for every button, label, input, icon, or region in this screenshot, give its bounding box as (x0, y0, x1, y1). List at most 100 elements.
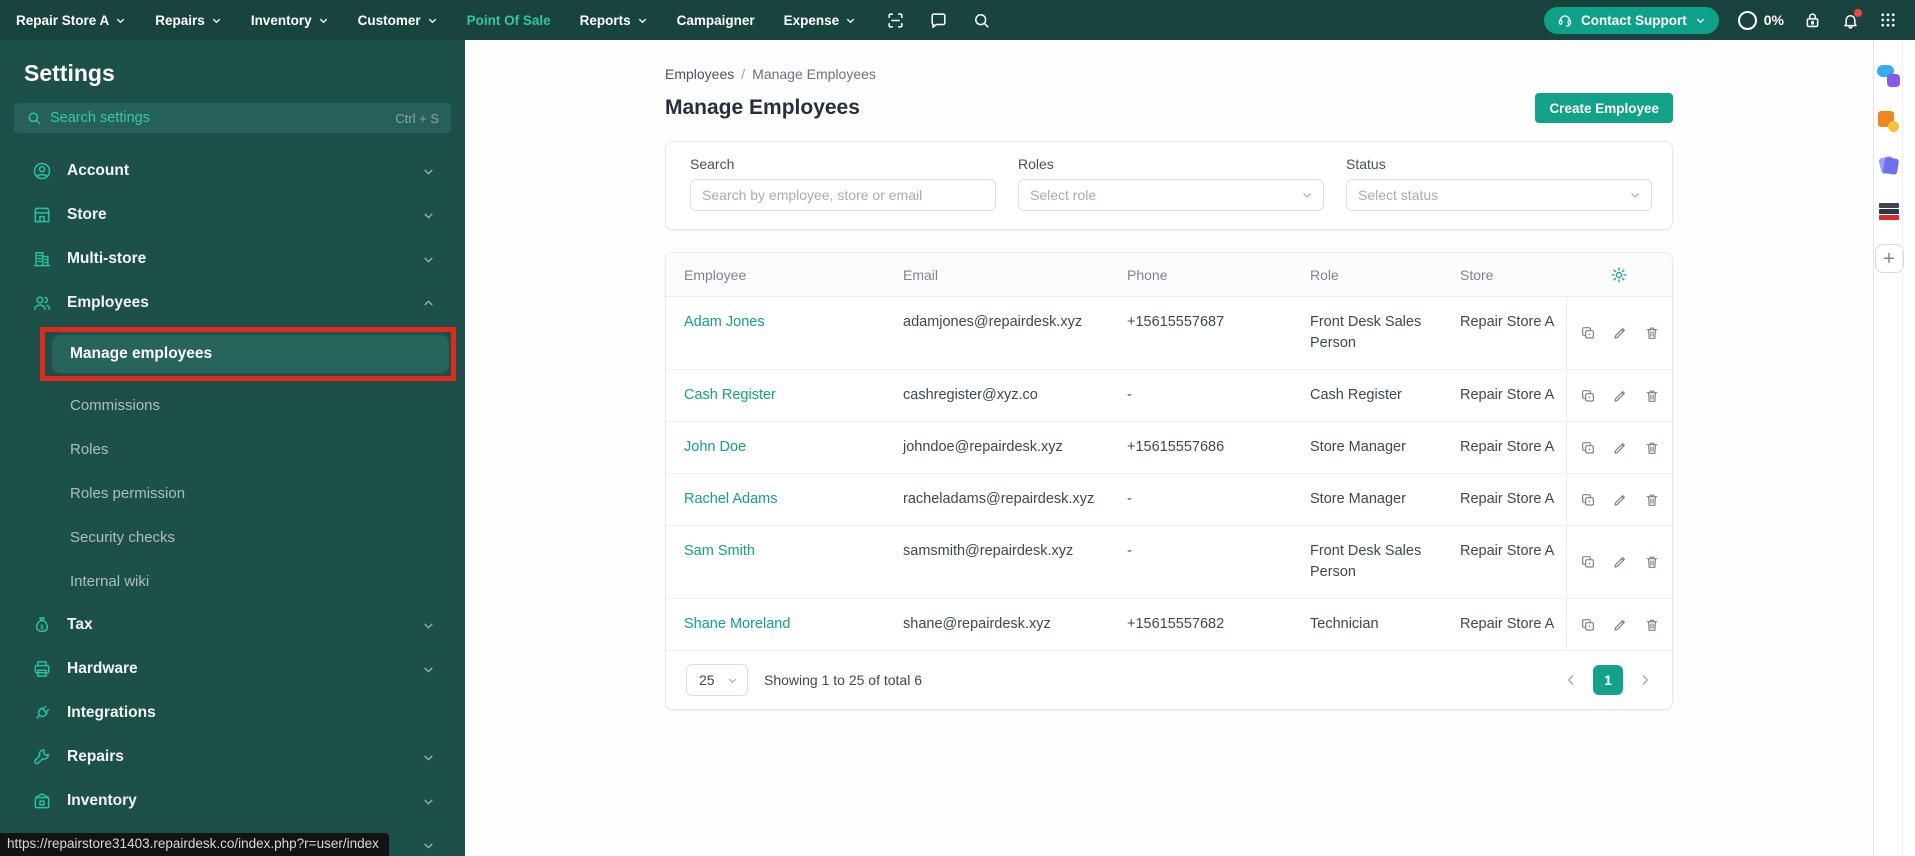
sidebar-item-hardware[interactable]: Hardware (0, 647, 465, 691)
duplicate-icon[interactable] (1580, 554, 1596, 570)
nav-customer[interactable]: Customer (358, 13, 438, 28)
add-sidebar-app-button[interactable]: + (1874, 244, 1904, 273)
nav-repairs[interactable]: Repairs (155, 13, 222, 28)
settings-search-input[interactable] (50, 110, 388, 126)
edit-icon[interactable] (1612, 388, 1628, 404)
edit-icon[interactable] (1612, 492, 1628, 508)
breadcrumb: Employees / Manage Employees (665, 66, 1673, 82)
delete-icon[interactable] (1644, 325, 1660, 341)
main-menu: Repair Store A Repairs Inventory Custome… (16, 13, 856, 28)
top-navbar: Repair Store A Repairs Inventory Custome… (0, 0, 1915, 40)
employee-name-link[interactable]: Shane Moreland (684, 616, 790, 632)
employee-name-link[interactable]: Sam Smith (684, 543, 755, 559)
apps-grid-icon[interactable] (1879, 11, 1897, 29)
current-page-button[interactable]: 1 (1593, 665, 1623, 696)
column-header-employee: Employee (684, 266, 747, 283)
edit-icon[interactable] (1612, 617, 1628, 633)
sidebar-item-employees[interactable]: Employees (0, 281, 465, 325)
role-select-placeholder: Select role (1030, 187, 1097, 203)
chat-app-icon[interactable] (1877, 64, 1901, 88)
create-employee-button[interactable]: Create Employee (1535, 93, 1673, 123)
duplicate-icon[interactable] (1580, 492, 1596, 508)
employee-phone: - (1127, 491, 1132, 508)
chat-icon[interactable] (929, 11, 948, 30)
employee-search-input[interactable] (690, 179, 996, 211)
sidebar-item-tax[interactable]: $ Tax (0, 603, 465, 647)
submenu-item-manage-employees[interactable]: Manage employees (52, 335, 449, 373)
submenu-item-roles-permission[interactable]: Roles permission (0, 471, 465, 515)
breadcrumb-employees-link[interactable]: Employees (665, 66, 734, 82)
submenu-item-security-checks[interactable]: Security checks (0, 515, 465, 559)
sidebar-item-label: Multi-store (67, 250, 147, 267)
employee-role: Front Desk Sales Person (1310, 314, 1422, 352)
delete-icon[interactable] (1644, 388, 1660, 404)
employee-name-link[interactable]: Cash Register (684, 387, 776, 403)
role-select[interactable]: Select role (1018, 179, 1324, 211)
headset-icon (1558, 15, 1572, 27)
sidebar-item-label: Tax (67, 616, 93, 633)
edit-icon[interactable] (1612, 440, 1628, 456)
nav-campaigner[interactable]: Campaigner (677, 13, 755, 28)
employee-name-link[interactable]: Rachel Adams (684, 491, 778, 507)
contact-support-button[interactable]: Contact Support (1544, 6, 1719, 34)
nav-label: Point Of Sale (466, 12, 551, 28)
previous-page-icon[interactable] (1564, 673, 1578, 687)
employees-icon (34, 296, 51, 310)
copilot-app-icon[interactable] (1877, 154, 1901, 178)
duplicate-icon[interactable] (1580, 440, 1596, 456)
search-icon (28, 112, 40, 124)
scan-icon[interactable] (886, 11, 905, 30)
chevron-down-icon (1303, 193, 1311, 198)
reading-list-app-icon[interactable] (1877, 199, 1901, 223)
sidebar-item-account[interactable]: Account (0, 149, 465, 193)
submenu-item-roles[interactable]: Roles (0, 427, 465, 471)
duplicate-icon[interactable] (1580, 617, 1596, 633)
employee-phone: +15615557687 (1127, 314, 1225, 330)
tax-icon: $ (35, 617, 49, 632)
employee-name-link[interactable]: John Doe (684, 439, 746, 455)
integrations-icon (36, 705, 50, 719)
edit-icon[interactable] (1612, 325, 1628, 341)
usage-ring-icon (1737, 10, 1757, 30)
nav-store-selector[interactable]: Repair Store A (16, 13, 126, 28)
delete-icon[interactable] (1644, 617, 1660, 633)
storage-usage-indicator[interactable]: 0% (1737, 10, 1784, 30)
duplicate-icon[interactable] (1580, 325, 1596, 341)
next-page-icon[interactable] (1638, 673, 1652, 687)
sidebar-item-repairs[interactable]: Repairs (0, 735, 465, 779)
page-size-select[interactable]: 25 (686, 664, 748, 697)
shapes-app-icon[interactable] (1877, 109, 1901, 133)
delete-icon[interactable] (1644, 492, 1660, 508)
row-actions (1566, 297, 1672, 370)
search-icon[interactable] (972, 11, 991, 30)
nav-inventory[interactable]: Inventory (251, 13, 329, 28)
lock-icon[interactable] (1803, 11, 1822, 30)
submenu-item-label: Security checks (70, 528, 176, 546)
chevron-down-icon (424, 798, 433, 805)
status-select[interactable]: Select status (1346, 179, 1652, 211)
sidebar-item-multi-store[interactable]: Multi-store (0, 237, 465, 281)
settings-search[interactable]: Ctrl + S (14, 103, 451, 133)
column-settings-gear-icon[interactable] (1610, 266, 1628, 284)
nav-reports[interactable]: Reports (580, 13, 648, 28)
nav-point-of-sale[interactable]: Point Of Sale (467, 13, 551, 28)
employee-role: Store Manager (1310, 439, 1406, 456)
delete-icon[interactable] (1644, 554, 1660, 570)
inventory-icon (34, 793, 50, 809)
chevron-down-icon (728, 678, 737, 683)
edit-icon[interactable] (1612, 554, 1628, 570)
notifications-button[interactable] (1841, 8, 1862, 30)
submenu-item-internal-wiki[interactable]: Internal wiki (0, 559, 465, 603)
submenu-item-commissions[interactable]: Commissions (0, 383, 465, 427)
sidebar-item-store[interactable]: Store (0, 193, 465, 237)
nav-expense[interactable]: Expense (784, 13, 857, 28)
sidebar-item-integrations[interactable]: Integrations (0, 691, 465, 735)
sidebar-item-inventory[interactable]: Inventory (0, 779, 465, 823)
employee-name-link[interactable]: Adam Jones (684, 314, 765, 330)
duplicate-icon[interactable] (1580, 388, 1596, 404)
chevron-down-icon (1696, 18, 1704, 23)
delete-icon[interactable] (1644, 440, 1660, 456)
settings-menu: Account Store Multi-store Employees Mana… (0, 149, 465, 856)
roles-filter-label: Roles (1018, 156, 1054, 172)
chevron-down-icon (638, 18, 646, 24)
